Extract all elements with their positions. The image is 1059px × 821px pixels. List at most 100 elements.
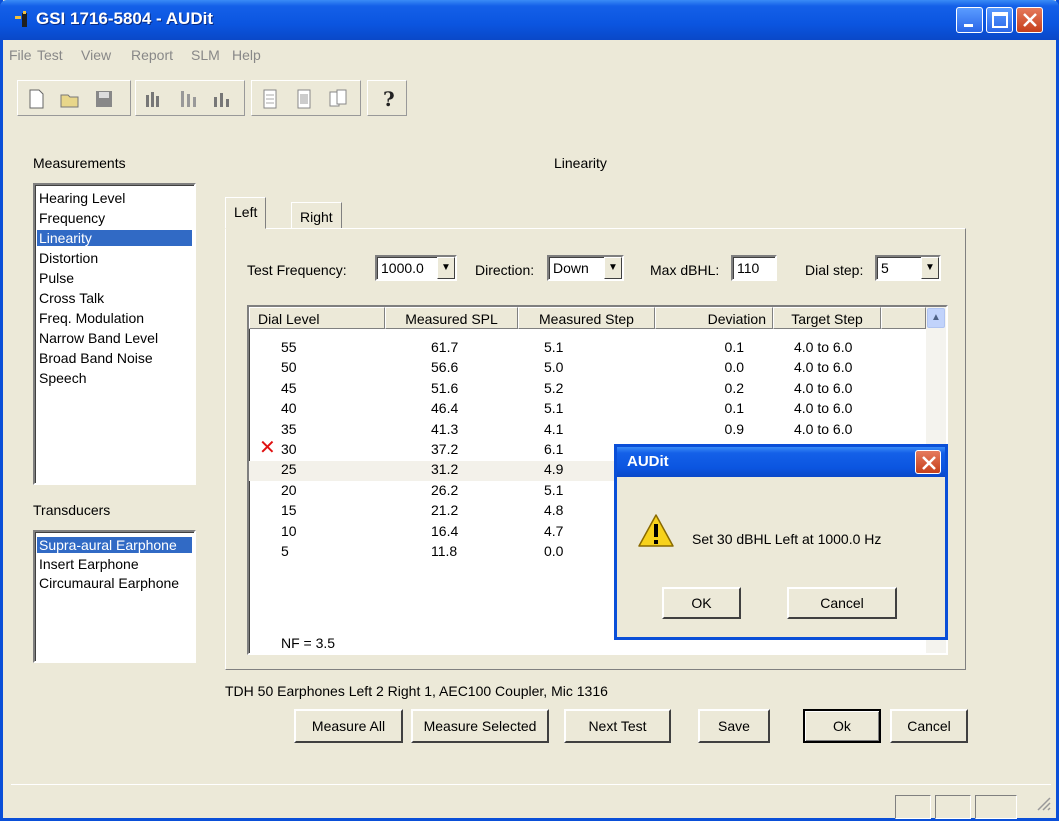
table-cell[interactable]: 5.1 [544, 481, 563, 500]
open-icon[interactable] [58, 87, 82, 111]
dialog-title-bar[interactable]: AUDit [617, 447, 945, 477]
column-header-deviation[interactable]: Deviation [655, 307, 773, 329]
ok-button[interactable]: Ok [803, 709, 881, 743]
table-cell[interactable]: 5.0 [544, 358, 563, 377]
menu-file[interactable]: File [9, 47, 32, 63]
table-cell[interactable]: 46.4 [431, 399, 458, 418]
table-cell[interactable]: 0.1 [704, 399, 744, 418]
measurement-item-broad-band-noise[interactable]: Broad Band Noise [37, 350, 153, 366]
scroll-up-icon[interactable]: ▲ [927, 308, 945, 328]
table-cell[interactable]: 4.0 to 6.0 [794, 379, 852, 398]
table-cell[interactable]: 5 [281, 542, 289, 561]
chevron-down-icon[interactable]: ▼ [921, 257, 939, 279]
transducer-item-circumaural[interactable]: Circumaural Earphone [37, 575, 179, 591]
column-header-measured-step[interactable]: Measured Step [518, 307, 655, 329]
tab-left[interactable]: Left [225, 197, 267, 229]
table-cell[interactable]: 25 [281, 460, 297, 479]
column-header-measured-spl[interactable]: Measured SPL [385, 307, 518, 329]
dial-step-select[interactable]: 5 ▼ [875, 255, 941, 281]
measurement-item-distortion[interactable]: Distortion [37, 250, 98, 266]
table-cell[interactable]: 6.1 [544, 440, 563, 459]
tab-right[interactable]: Right [291, 202, 342, 228]
measure-all-button[interactable]: Measure All [294, 709, 403, 743]
maximize-button[interactable] [986, 7, 1013, 33]
dialog-cancel-button[interactable]: Cancel [787, 587, 897, 619]
report-list-icon[interactable] [292, 87, 316, 111]
table-cell[interactable]: 5.1 [544, 399, 563, 418]
table-cell[interactable]: 15 [281, 501, 297, 520]
table-cell[interactable]: 26.2 [431, 481, 458, 500]
table-cell[interactable]: 0.0 [544, 542, 563, 561]
test-frequency-select[interactable]: 1000.0 ▼ [375, 255, 457, 281]
table-cell[interactable]: 5.2 [544, 379, 563, 398]
cancel-button[interactable]: Cancel [890, 709, 968, 743]
audiogram-icon[interactable] [142, 87, 166, 111]
table-cell[interactable]: 31.2 [431, 460, 458, 479]
table-cell[interactable]: 30 [281, 440, 297, 459]
table-cell[interactable]: 4.9 [544, 460, 563, 479]
chevron-down-icon[interactable]: ▼ [604, 257, 622, 279]
resize-grip-icon[interactable] [1035, 795, 1051, 811]
table-cell[interactable]: 0.2 [704, 379, 744, 398]
menu-report[interactable]: Report [131, 47, 173, 63]
menu-slm[interactable]: SLM [191, 47, 220, 63]
help-icon[interactable]: ? [376, 87, 400, 111]
table-cell[interactable]: 0.1 [704, 338, 744, 357]
table-cell[interactable]: 61.7 [431, 338, 458, 357]
close-button[interactable] [1016, 7, 1043, 33]
measurement-item-linearity[interactable]: Linearity [37, 230, 192, 246]
dialog-close-button[interactable] [915, 450, 941, 474]
table-cell[interactable]: 4.0 to 6.0 [794, 358, 852, 377]
next-test-button[interactable]: Next Test [564, 709, 671, 743]
measurement-item-hearing-level[interactable]: Hearing Level [37, 190, 125, 206]
table-cell[interactable]: 37.2 [431, 440, 458, 459]
save-icon[interactable] [92, 87, 116, 111]
table-cell[interactable]: 10 [281, 522, 297, 541]
measurements-list[interactable]: Hearing Level Frequency Linearity Distor… [33, 183, 196, 485]
table-cell[interactable]: 50 [281, 358, 297, 377]
new-icon[interactable] [24, 87, 48, 111]
measurement-item-frequency[interactable]: Frequency [37, 210, 105, 226]
table-cell[interactable]: 4.0 to 6.0 [794, 399, 852, 418]
table-cell[interactable]: 0.9 [704, 420, 744, 439]
transducers-list[interactable]: Supra-aural Earphone Insert Earphone Cir… [33, 530, 196, 663]
table-cell[interactable]: 4.1 [544, 420, 563, 439]
table-cell[interactable]: 4.0 to 6.0 [794, 338, 852, 357]
bars-alt-icon[interactable] [210, 87, 234, 111]
menu-help[interactable]: Help [232, 47, 261, 63]
table-cell[interactable]: 4.8 [544, 501, 563, 520]
table-cell[interactable]: 56.6 [431, 358, 458, 377]
table-cell[interactable]: 45 [281, 379, 297, 398]
chevron-down-icon[interactable]: ▼ [437, 257, 455, 279]
measurement-item-cross-talk[interactable]: Cross Talk [37, 290, 104, 306]
max-dbhl-input[interactable]: 110 [731, 255, 777, 281]
table-cell[interactable]: 4.0 to 6.0 [794, 420, 852, 439]
measurement-item-freq-modulation[interactable]: Freq. Modulation [37, 310, 144, 326]
table-cell[interactable]: 11.8 [431, 542, 457, 561]
table-cell[interactable]: 40 [281, 399, 297, 418]
dialog-ok-button[interactable]: OK [662, 587, 741, 619]
minimize-button[interactable] [956, 7, 983, 33]
report-icon[interactable] [258, 87, 282, 111]
table-cell[interactable]: 0.0 [704, 358, 744, 377]
menu-view[interactable]: View [81, 47, 111, 63]
measurement-item-pulse[interactable]: Pulse [37, 270, 74, 286]
menu-test[interactable]: Test [37, 47, 63, 63]
title-bar[interactable]: GSI 1716-5804 - AUDit [0, 0, 1059, 40]
column-header-dial-level[interactable]: Dial Level [249, 307, 385, 329]
bars-icon[interactable] [176, 87, 200, 111]
table-cell[interactable]: 41.3 [431, 420, 458, 439]
table-cell[interactable]: 55 [281, 338, 297, 357]
table-cell[interactable]: 4.7 [544, 522, 563, 541]
measurement-item-speech[interactable]: Speech [37, 370, 86, 386]
table-cell[interactable]: 16.4 [431, 522, 458, 541]
table-cell[interactable]: 21.2 [431, 501, 458, 520]
transducer-item-supra-aural[interactable]: Supra-aural Earphone [37, 537, 192, 553]
table-cell[interactable]: 35 [281, 420, 297, 439]
table-cell[interactable]: 20 [281, 481, 297, 500]
direction-select[interactable]: Down ▼ [547, 255, 624, 281]
save-button[interactable]: Save [698, 709, 770, 743]
table-cell[interactable]: 5.1 [544, 338, 563, 357]
measurement-item-narrow-band-level[interactable]: Narrow Band Level [37, 330, 158, 346]
transducer-item-insert[interactable]: Insert Earphone [37, 556, 139, 572]
